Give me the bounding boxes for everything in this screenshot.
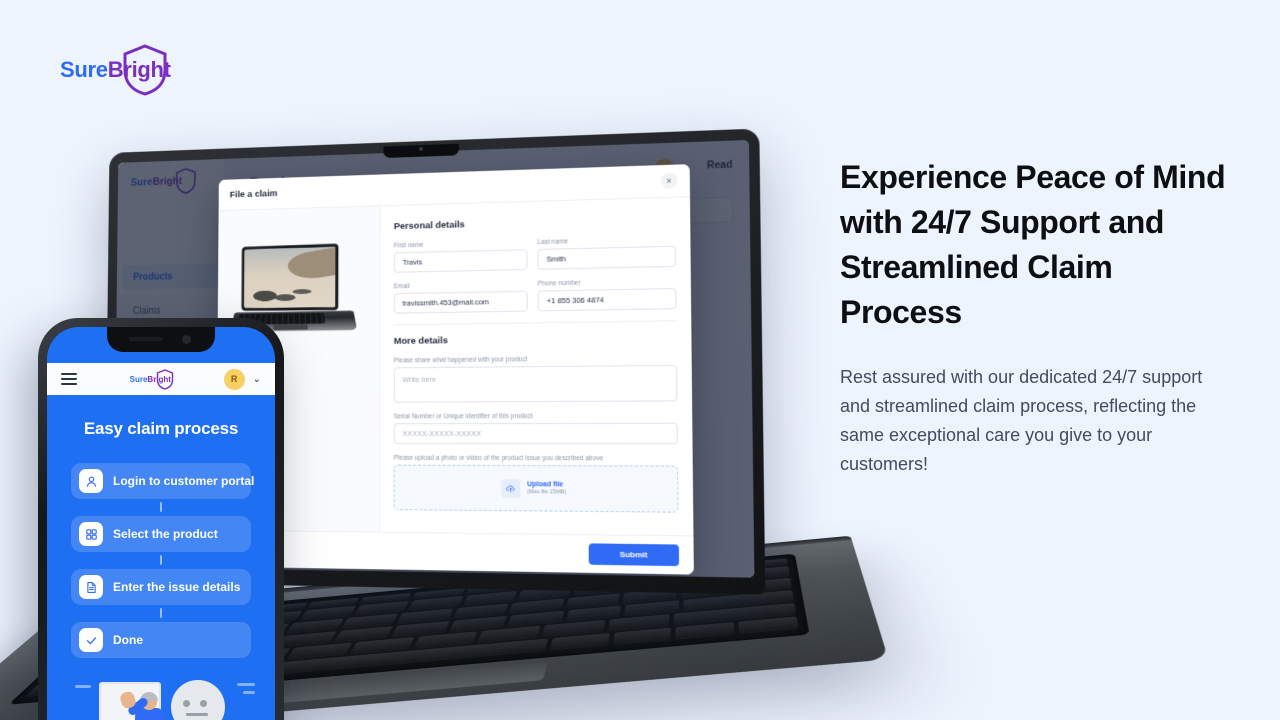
- step-label: Login to customer portal: [113, 474, 255, 488]
- claim-form: Personal details First name Travis Last …: [380, 197, 694, 535]
- phone-page-title: Easy claim process: [83, 419, 239, 438]
- speaker-icon: [129, 337, 163, 341]
- check-icon: [79, 628, 103, 652]
- step-connector: [160, 502, 162, 512]
- hero-slide: SureBright Experience Peace of Mind with…: [0, 0, 1280, 720]
- contact-row: Email travissmith.453@mail.com Phone num…: [393, 278, 677, 314]
- user-icon: [79, 469, 103, 493]
- upload-dropzone[interactable]: Upload file (Max file 15MB): [393, 464, 679, 513]
- file-a-claim-modal: File a claim × Personal details First na…: [215, 164, 694, 575]
- product-image-trackpad: [273, 324, 308, 330]
- upload-hint: (Max file 15MB): [527, 489, 567, 496]
- first-name-input[interactable]: Travis: [393, 249, 528, 273]
- modal-body: Serial number 968c4475828e Warranty ends…: [216, 197, 693, 535]
- step-connector: [160, 608, 162, 618]
- cloud-upload-icon: [500, 478, 521, 498]
- serial-number-label: Serial Number or Unique identifier of th…: [393, 413, 533, 421]
- last-name-input[interactable]: Smith: [537, 245, 677, 270]
- upload-label: Please upload a photo or video of the pr…: [393, 454, 604, 463]
- phone-label: Phone number: [537, 279, 581, 288]
- surebright-logo: SureBright: [60, 44, 180, 96]
- illustration-speech-bubble: [171, 680, 225, 720]
- phone-shield-icon: [156, 368, 174, 390]
- decor-tick: [237, 683, 255, 686]
- step-select-the-product[interactable]: Select the product: [71, 516, 251, 565]
- issue-description-field: Please share what happened with your pro…: [393, 355, 678, 403]
- illustration-person: [118, 690, 171, 720]
- phone-mockup: SureBright R ⌄ Easy claim process Login …: [38, 318, 284, 720]
- support-illustration: [47, 674, 275, 720]
- logo-bright: Bright: [107, 57, 171, 82]
- phone-field: Phone number +1 855 306 4874: [537, 278, 677, 312]
- front-camera-icon: [182, 335, 191, 344]
- issue-description-label: Please share what happened with your pro…: [393, 356, 528, 365]
- email-label: Email: [393, 283, 410, 291]
- phone-avatar[interactable]: R: [223, 368, 245, 390]
- last-name-label: Last name: [537, 238, 568, 247]
- marketing-copy: Experience Peace of Mind with 24/7 Suppo…: [840, 155, 1230, 479]
- step-label: Done: [113, 633, 143, 647]
- submit-button[interactable]: Submit: [588, 543, 680, 567]
- grid-icon: [79, 522, 103, 546]
- email-field: Email travissmith.453@mail.com: [393, 281, 528, 314]
- step-label: Select the product: [113, 527, 218, 541]
- phone-app-header: SureBright R ⌄: [47, 363, 275, 395]
- upload-cta[interactable]: Upload file: [527, 481, 566, 488]
- close-icon[interactable]: ×: [660, 172, 678, 190]
- decor-tick: [75, 685, 91, 688]
- first-name-label: First name: [393, 241, 424, 250]
- name-row: First name Travis Last name Smith: [393, 236, 677, 273]
- phone-logo-sure: Sure: [129, 374, 148, 384]
- upload-text-group: Upload file (Max file 15MB): [527, 481, 566, 495]
- phone-input[interactable]: +1 855 306 4874: [537, 288, 677, 312]
- headline: Experience Peace of Mind with 24/7 Suppo…: [840, 159, 1226, 330]
- chevron-down-icon[interactable]: ⌄: [253, 374, 261, 385]
- step-enter-the-issue-details[interactable]: Enter the issue details: [71, 569, 251, 618]
- phone-screen: SureBright R ⌄ Easy claim process Login …: [47, 327, 275, 720]
- body-copy: Rest assured with our dedicated 24/7 sup…: [840, 367, 1203, 474]
- serial-number-input[interactable]: XXXXX-XXXXX-XXXXX: [393, 422, 678, 445]
- product-image-wallpaper: [244, 246, 336, 308]
- logo-wordmark: SureBright: [60, 57, 171, 83]
- serial-number-field: Serial Number or Unique identifier of th…: [393, 413, 678, 445]
- issue-description-textarea[interactable]: Write here: [393, 364, 678, 403]
- more-details-heading: More details: [393, 335, 448, 347]
- step-login-to-customer-portal[interactable]: Login to customer portal: [71, 463, 255, 512]
- hamburger-menu-icon[interactable]: [61, 370, 77, 388]
- last-name-field: Last name Smith: [537, 236, 677, 270]
- bubble-mouth: [186, 713, 208, 716]
- claim-steps-list: Login to customer portal Select the prod…: [71, 463, 255, 658]
- phone-notch: [107, 327, 215, 352]
- email-input[interactable]: travissmith.453@mail.com: [393, 290, 528, 314]
- first-name-field: First name Travis: [393, 239, 528, 273]
- modal-title: File a claim: [229, 187, 278, 200]
- product-image-lid: [241, 243, 339, 311]
- logo-sure: Sure: [60, 57, 108, 82]
- bubble-eyes: [183, 700, 190, 707]
- upload-field: Please upload a photo or video of the pr…: [393, 454, 679, 513]
- step-label: Enter the issue details: [113, 580, 241, 594]
- decor-tick: [243, 691, 255, 694]
- phone-surebright-logo: SureBright: [129, 368, 173, 390]
- form-divider: [393, 320, 677, 326]
- personal-details-heading: Personal details: [393, 219, 465, 233]
- step-done[interactable]: Done: [71, 622, 251, 658]
- step-connector: [160, 555, 162, 565]
- document-icon: [79, 575, 103, 599]
